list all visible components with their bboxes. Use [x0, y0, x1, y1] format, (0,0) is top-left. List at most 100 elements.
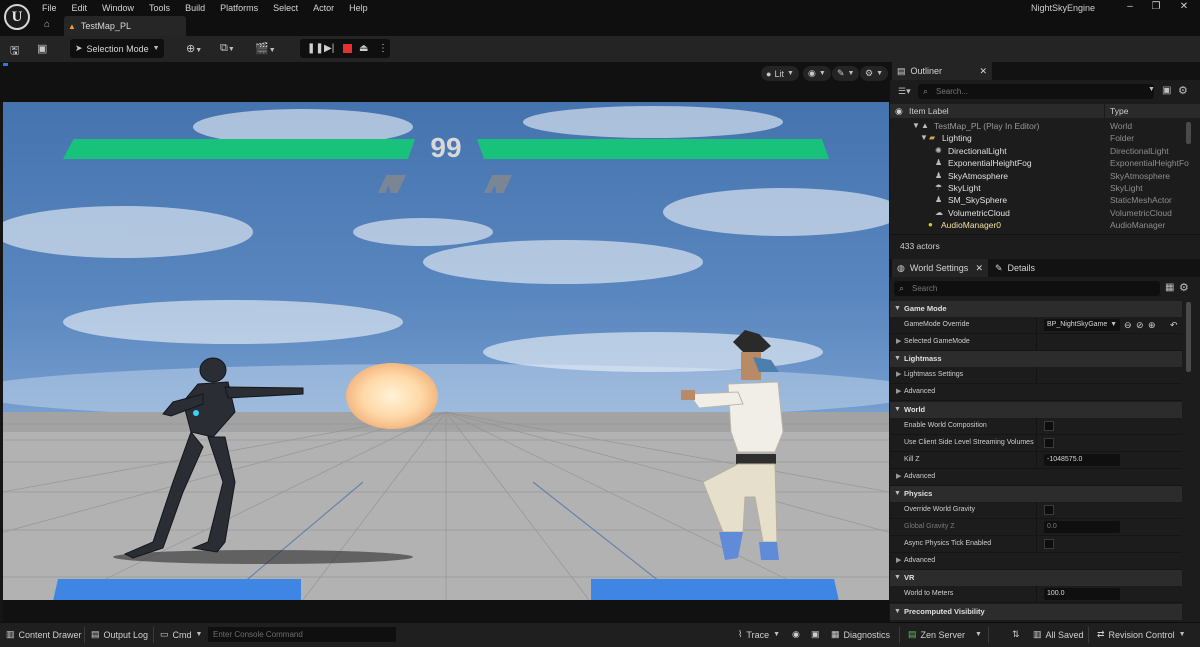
console-command-input[interactable]: Enter Console Command — [208, 627, 396, 642]
expand-arrow-icon[interactable]: ▼ — [920, 132, 928, 144]
tree-row[interactable]: ● AudioManager0 AudioManager — [890, 219, 1190, 231]
revision-control-dropdown[interactable]: ⇄ Revision Control ▼ — [1097, 629, 1186, 640]
add-icon[interactable]: ⊕ — [1148, 317, 1156, 333]
use-selected-icon[interactable]: ⊘ — [1136, 317, 1144, 333]
save-icon[interactable]: 🖫 — [10, 42, 19, 61]
tree-row[interactable]: ♟ SkyAtmosphere SkyAtmosphere — [890, 170, 1190, 182]
filter-icon[interactable]: ☰▾ — [898, 86, 911, 97]
menu-file[interactable]: File — [42, 2, 57, 14]
trace-dropdown[interactable]: ⌇ Trace ▼ — [738, 629, 780, 640]
prop-label: Advanced — [904, 557, 936, 564]
async-physics-checkbox[interactable] — [1044, 539, 1054, 549]
settings-icon[interactable]: ⚙ — [1179, 281, 1189, 294]
section-physics[interactable]: ▼ Physics — [890, 486, 1182, 502]
outliner-search-input[interactable]: ⌕ Search... — [918, 84, 1154, 99]
save-all-button[interactable]: ▥ All Saved — [1033, 629, 1084, 640]
tab-details[interactable]: ✎ Details — [990, 259, 1050, 277]
maximize-icon[interactable]: ❐ — [1146, 1, 1166, 12]
tree-row[interactable]: ▼ ▲ TestMap_PL (Play In Editor) World — [890, 120, 1190, 132]
prop-advanced[interactable]: ▶ Advanced — [890, 553, 1182, 570]
game-scene[interactable]: 99 — [3, 102, 889, 600]
view-mode-dropdown[interactable]: ● Lit ▼ — [761, 66, 799, 81]
world-composition-checkbox[interactable] — [1044, 421, 1054, 431]
menu-edit[interactable]: Edit — [72, 2, 88, 14]
performance-dropdown[interactable]: ✎ ▼ — [832, 66, 860, 81]
prop-selected-gamemode[interactable]: ▶ Selected GameMode — [890, 334, 1182, 351]
minimize-icon[interactable]: – — [1120, 1, 1140, 12]
tree-row-name: SM_SkySphere — [948, 195, 1008, 206]
content-drawer-button[interactable]: ▥ Content Drawer — [6, 629, 82, 640]
visibility-icon[interactable]: ◉ — [895, 106, 903, 117]
show-flags-dropdown[interactable]: ◉ ▼ — [803, 66, 831, 81]
record-icon[interactable]: ◉ — [792, 629, 800, 640]
close-tab-icon[interactable]: ✕ — [975, 263, 983, 274]
close-icon[interactable]: ✕ — [1174, 1, 1194, 12]
menu-build[interactable]: Build — [185, 2, 205, 14]
close-tab-icon[interactable]: ✕ — [979, 66, 987, 77]
section-lightmass[interactable]: ▼ Lightmass — [890, 351, 1182, 367]
diagnostics-button[interactable]: ▦ Diagnostics — [831, 629, 890, 640]
prop-lightmass-settings[interactable]: ▶ Lightmass Settings — [890, 367, 1182, 384]
prop-advanced[interactable]: ▶ Advanced — [890, 469, 1182, 486]
cmd-dropdown[interactable]: ▭ Cmd ▼ — [160, 629, 202, 640]
content-browser-icon[interactable]: ▣ — [37, 42, 47, 55]
reset-icon[interactable]: ↶ — [1170, 317, 1178, 333]
tree-row[interactable]: ✺ DirectionalLight DirectionalLight — [890, 145, 1190, 157]
menu-platforms[interactable]: Platforms — [220, 2, 258, 14]
unreal-logo-icon[interactable]: U — [4, 4, 30, 30]
browse-icon[interactable]: ⊖ — [1124, 317, 1132, 333]
selection-mode-dropdown[interactable]: ➤ Selection Mode ▼ — [70, 39, 164, 58]
home-icon[interactable]: ⌂ — [44, 19, 50, 30]
tree-row[interactable]: ☂ SkyLight SkyLight — [890, 182, 1190, 194]
step-icon[interactable]: ▶| — [324, 43, 334, 54]
menu-select[interactable]: Select — [273, 2, 298, 14]
menu-window[interactable]: Window — [102, 2, 134, 14]
details-search-input[interactable]: ⌕ Search — [894, 281, 1160, 296]
column-divider — [1104, 104, 1105, 118]
outliner-scrollbar[interactable] — [1186, 122, 1191, 144]
table-view-icon[interactable]: ▦ — [1165, 282, 1174, 293]
tab-outliner[interactable]: ▤ Outliner ✕ — [892, 62, 992, 80]
details-scrollbar[interactable] — [1186, 302, 1191, 372]
gamemode-override-dropdown[interactable]: BP_NightSkyGame ▼ — [1044, 319, 1120, 331]
level-tab[interactable]: ▲ TestMap_PL — [64, 16, 186, 36]
sky-light-icon: ☂ — [935, 183, 943, 192]
menu-tools[interactable]: Tools — [149, 2, 170, 14]
column-type[interactable]: Type — [1110, 106, 1128, 116]
settings-icon[interactable]: ⚙ — [1178, 84, 1188, 97]
stop-icon[interactable] — [343, 44, 352, 53]
search-icon: ⌕ — [923, 86, 929, 96]
expand-arrow-icon[interactable]: ▼ — [912, 120, 920, 132]
zen-server-dropdown[interactable]: ▤ Zen Server ▼ — [908, 629, 982, 640]
client-streaming-checkbox[interactable] — [1044, 438, 1054, 448]
add-actor-icon[interactable]: ⊕▼ — [186, 42, 202, 55]
menu-help[interactable]: Help — [349, 2, 368, 14]
override-gravity-checkbox[interactable] — [1044, 505, 1054, 515]
blueprint-icon[interactable]: ⧉▼ — [220, 42, 235, 55]
cinematics-icon[interactable]: 🎬▼ — [255, 42, 276, 55]
more-icon[interactable]: ⋮ — [378, 43, 388, 54]
tree-row[interactable]: ♟ SM_SkySphere StaticMeshActor — [890, 194, 1190, 206]
tree-row[interactable]: ☁ VolumetricCloud VolumetricCloud — [890, 207, 1190, 219]
output-log-button[interactable]: ▤ Output Log — [91, 629, 148, 640]
source-control-sync-icon[interactable]: ⇅ — [1012, 629, 1020, 640]
section-vr[interactable]: ▼ VR — [890, 570, 1182, 586]
kill-z-input[interactable]: -1048575.0 — [1044, 454, 1120, 466]
menu-actor[interactable]: Actor — [313, 2, 334, 14]
tree-row[interactable]: ▼ ▰ Lighting Folder — [890, 132, 1190, 144]
column-item-label[interactable]: Item Label — [909, 106, 949, 116]
eject-icon[interactable]: ⏏ — [359, 43, 368, 54]
chevron-down-icon: ▼ — [876, 70, 884, 77]
chevron-down-icon[interactable]: ▼ — [1148, 86, 1155, 93]
tab-world-settings[interactable]: ◍ World Settings ✕ — [892, 259, 988, 277]
section-world[interactable]: ▼ World — [890, 402, 1182, 418]
world-to-meters-input[interactable]: 100.0 — [1044, 588, 1120, 600]
section-precomputed-visibility[interactable]: ▼ Precomputed Visibility — [890, 604, 1182, 620]
pause-icon[interactable]: ❚❚ — [307, 43, 324, 54]
tree-row[interactable]: ♟ ExponentialHeightFog ExponentialHeight… — [890, 157, 1190, 169]
viewport-settings-dropdown[interactable]: ⚙ ▼ — [860, 66, 889, 81]
prop-advanced[interactable]: ▶ Advanced — [890, 384, 1182, 401]
add-folder-icon[interactable]: ▣ — [1162, 85, 1171, 96]
section-game-mode[interactable]: ▼ Game Mode — [890, 301, 1182, 317]
camera-icon[interactable]: ▣ — [811, 629, 820, 640]
